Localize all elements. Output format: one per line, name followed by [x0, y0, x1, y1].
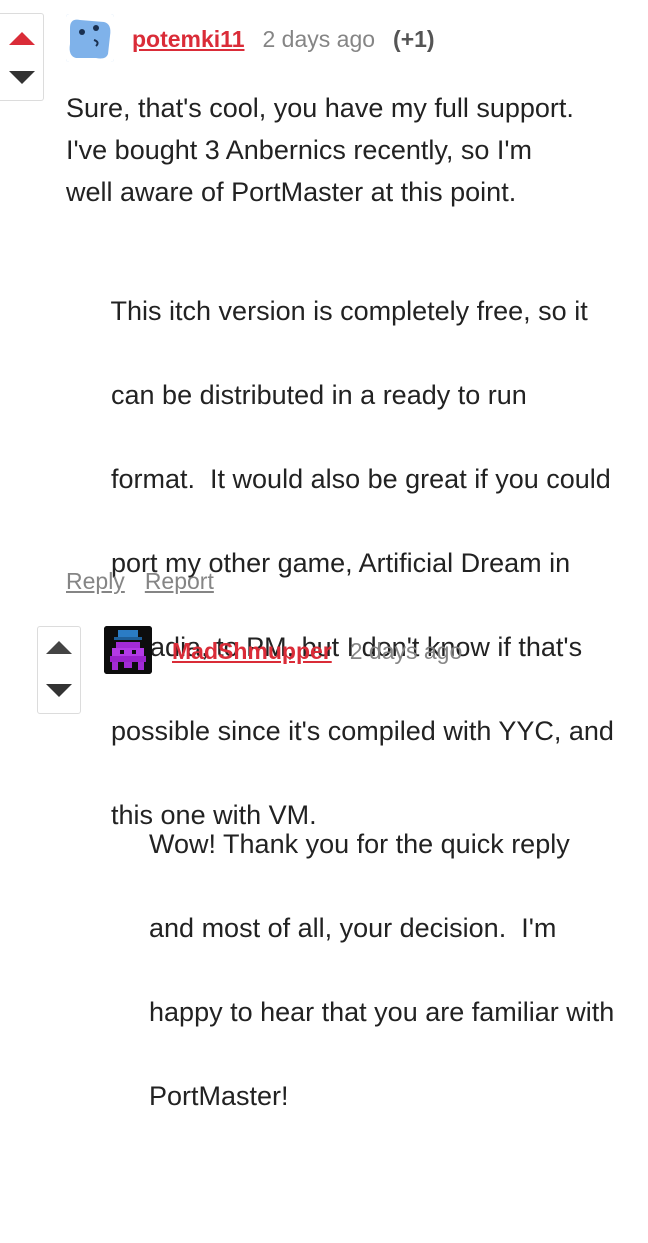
purple-invader-avatar-icon [104, 626, 152, 674]
text-line: happy to hear that you are familiar with [149, 997, 615, 1027]
paragraph: Sure, that's cool, you have my full supp… [66, 87, 641, 213]
text-line: and most of all, your decision. I'm [149, 913, 557, 943]
text-line: well aware of PortMaster at this point. [66, 177, 517, 207]
avatar[interactable] [66, 14, 114, 62]
author-link[interactable]: potemki11 [132, 26, 245, 53]
downvote-icon[interactable] [8, 71, 35, 84]
report-link[interactable]: Report [145, 568, 214, 595]
score-badge: (+1) [393, 26, 435, 52]
vote-box [0, 13, 44, 101]
reply-link[interactable]: Reply [66, 568, 125, 595]
comment-meta: MadShmupper 2 days ago [172, 638, 462, 665]
comment-actions: Reply Report [66, 568, 214, 595]
text-line: Sure, that's cool, you have my full supp… [66, 93, 574, 123]
upvote-icon[interactable] [46, 641, 72, 654]
text-line: PortMaster! [149, 1081, 289, 1111]
timestamp[interactable]: 2 days ago [263, 26, 376, 53]
text-line: format. It would also be great if you co… [111, 464, 611, 494]
author-link[interactable]: MadShmupper [172, 638, 332, 665]
upvote-icon[interactable] [8, 32, 35, 45]
text-line: can be distributed in a ready to run [111, 380, 527, 410]
timestamp[interactable]: 2 days ago [350, 638, 463, 665]
vote-box [37, 626, 81, 714]
downvote-icon[interactable] [46, 684, 72, 697]
avatar[interactable] [104, 626, 152, 674]
comment-body: Wow! Thank you for the quick reply and m… [104, 697, 644, 1243]
comment-meta: potemki11 2 days ago (+1) [132, 26, 435, 53]
text-line: I've bought 3 Anbernics recently, so I'm [66, 135, 533, 165]
blue-blob-avatar-icon [66, 14, 114, 62]
text-line: Wow! Thank you for the quick reply [149, 829, 570, 859]
paragraph: Wow! Thank you for the quick reply and m… [104, 781, 644, 1159]
text-line: This itch version is completely free, so… [110, 296, 588, 326]
